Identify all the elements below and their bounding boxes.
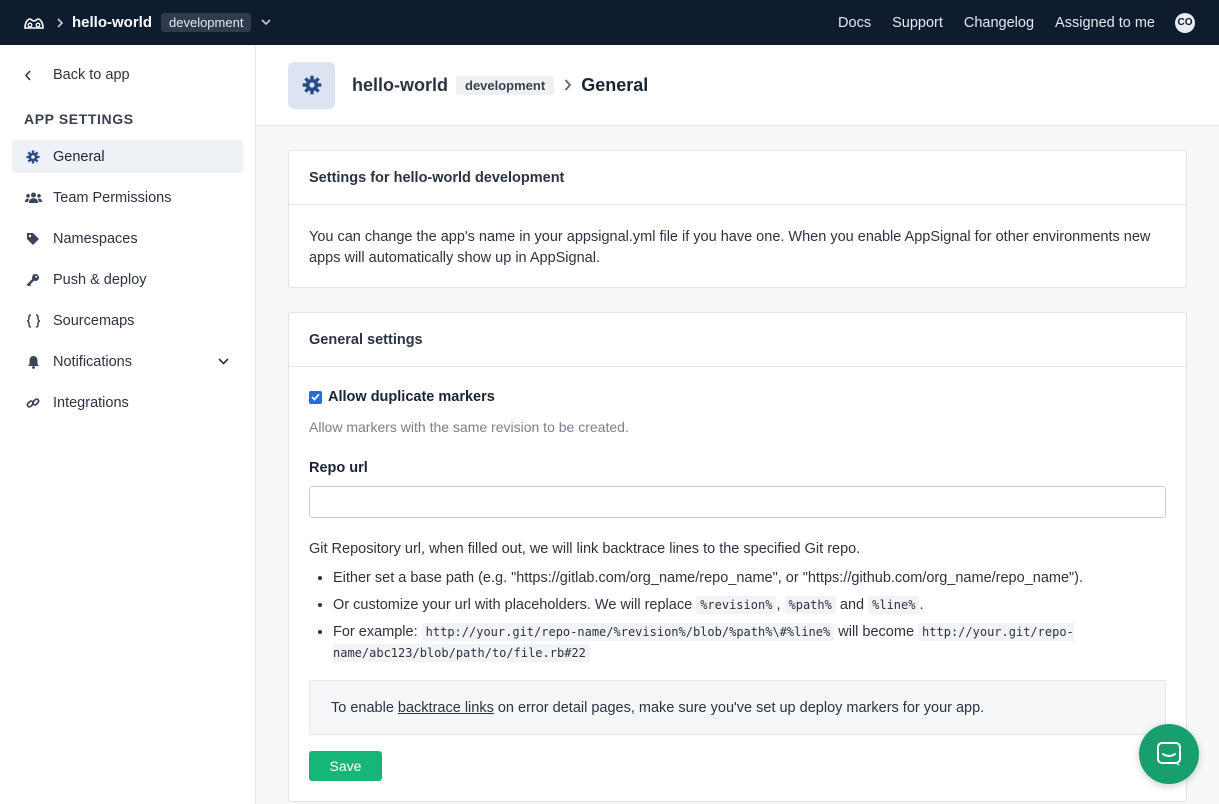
- sidebar-item-namespaces[interactable]: Namespaces: [12, 222, 243, 255]
- chevron-right-icon: [564, 79, 572, 91]
- sidebar: Back to app APP SETTINGS General Team Pe…: [0, 45, 256, 804]
- list-item: Either set a base path (e.g. "https://gi…: [333, 568, 1163, 589]
- list-item: For example: http://your.git/repo-name/%…: [333, 622, 1163, 664]
- assigned-to-me-link[interactable]: Assigned to me: [1055, 15, 1155, 31]
- section-title: APP SETTINGS: [24, 111, 134, 127]
- appsignal-logo-icon[interactable]: [23, 12, 45, 34]
- duplicate-markers-row: Allow duplicate markers: [309, 389, 495, 405]
- back-label: Back to app: [53, 67, 130, 83]
- sidebar-item-push-deploy[interactable]: Push & deploy: [12, 263, 243, 296]
- sidebar-item-label: General: [53, 148, 105, 165]
- code-example: http://your.git/repo-name/%revision%/blo…: [421, 623, 835, 641]
- sidebar-item-sourcemaps[interactable]: Sourcemaps: [12, 304, 243, 337]
- note-text: To enable: [331, 699, 394, 716]
- code-line: %line%: [868, 596, 920, 614]
- sidebar-item-general[interactable]: General: [12, 140, 243, 173]
- braces-icon: [24, 313, 42, 329]
- sidebar-item-label: Integrations: [53, 394, 129, 411]
- backtrace-links-link[interactable]: backtrace links: [398, 700, 494, 716]
- repo-help-text: Git Repository url, when filled out, we …: [309, 541, 861, 557]
- docs-link[interactable]: Docs: [838, 15, 871, 31]
- sidebar-item-label: Sourcemaps: [53, 312, 135, 329]
- page-header: hello-world development General: [256, 45, 1219, 126]
- sidebar-item-label: Team Permissions: [53, 189, 172, 206]
- support-link[interactable]: Support: [892, 15, 943, 31]
- help-bullet-text: For example:: [333, 624, 418, 640]
- sidebar-item-label: Notifications: [53, 353, 132, 370]
- allow-duplicate-markers-checkbox[interactable]: [309, 390, 322, 404]
- page-title: General: [581, 74, 649, 95]
- gear-icon: [24, 149, 42, 165]
- environment-badge: development: [456, 75, 555, 95]
- separator-text: ,: [776, 597, 781, 613]
- app-settings-card: Settings for hello-world development You…: [288, 150, 1187, 288]
- general-settings-card: General settings Allow duplicate markers…: [288, 312, 1187, 802]
- link-icon: [24, 395, 42, 411]
- repo-help-list: Either set a base path (e.g. "https://gi…: [333, 568, 1163, 670]
- environment-badge[interactable]: development: [161, 13, 252, 32]
- settings-nav: General Team Permissions Namespaces Push…: [12, 140, 243, 427]
- code-path: %path%: [784, 596, 836, 614]
- avatar[interactable]: CO: [1175, 12, 1195, 33]
- top-bar: hello-world development Docs Support Cha…: [0, 0, 1219, 45]
- sidebar-item-label: Push & deploy: [53, 271, 147, 288]
- chevron-right-icon: [57, 17, 64, 28]
- help-bullet-text: Or customize your url with placeholders.…: [333, 597, 693, 613]
- sidebar-item-notifications[interactable]: Notifications: [12, 345, 243, 378]
- bell-icon: [24, 354, 42, 370]
- top-nav: Docs Support Changelog Assigned to me CO: [817, 12, 1219, 33]
- sidebar-item-label: Namespaces: [53, 230, 138, 247]
- chevron-left-icon: [24, 70, 40, 81]
- sidebar-item-team-permissions[interactable]: Team Permissions: [12, 181, 243, 214]
- chat-launcher-icon[interactable]: [1139, 724, 1199, 784]
- key-icon: [24, 272, 42, 288]
- chevron-down-icon[interactable]: [218, 358, 229, 365]
- and-text: and: [839, 597, 865, 613]
- checkbox-label[interactable]: Allow duplicate markers: [328, 389, 495, 405]
- gear-icon: [288, 61, 335, 109]
- chevron-down-icon[interactable]: [261, 19, 272, 26]
- sidebar-item-integrations[interactable]: Integrations: [12, 386, 243, 419]
- backtrace-note: To enable backtrace links on error detai…: [309, 680, 1166, 735]
- card-description: You can change the app's name in your ap…: [309, 229, 1151, 266]
- help-bullet-text: Either set a base path (e.g. "https://gi…: [333, 570, 1084, 586]
- note-text: on error detail pages, make sure you've …: [497, 699, 985, 716]
- back-to-app-link[interactable]: Back to app: [24, 67, 130, 83]
- checkbox-hint: Allow markers with the same revision to …: [309, 419, 629, 435]
- users-icon: [24, 190, 42, 206]
- save-button[interactable]: Save: [309, 751, 382, 781]
- will-become-text: will become: [838, 624, 915, 640]
- period-text: .: [919, 597, 924, 613]
- breadcrumb-app-name[interactable]: hello-world: [352, 75, 448, 96]
- code-revision: %revision%: [696, 596, 777, 614]
- repo-url-input[interactable]: [309, 486, 1166, 518]
- card-title: Settings for hello-world development: [289, 151, 1186, 205]
- card-title: General settings: [289, 313, 1186, 367]
- app-name-link[interactable]: hello-world: [72, 14, 152, 31]
- list-item: Or customize your url with placeholders.…: [333, 595, 1163, 616]
- changelog-link[interactable]: Changelog: [964, 15, 1034, 31]
- repo-url-label: Repo url: [309, 460, 368, 476]
- tag-icon: [24, 231, 42, 247]
